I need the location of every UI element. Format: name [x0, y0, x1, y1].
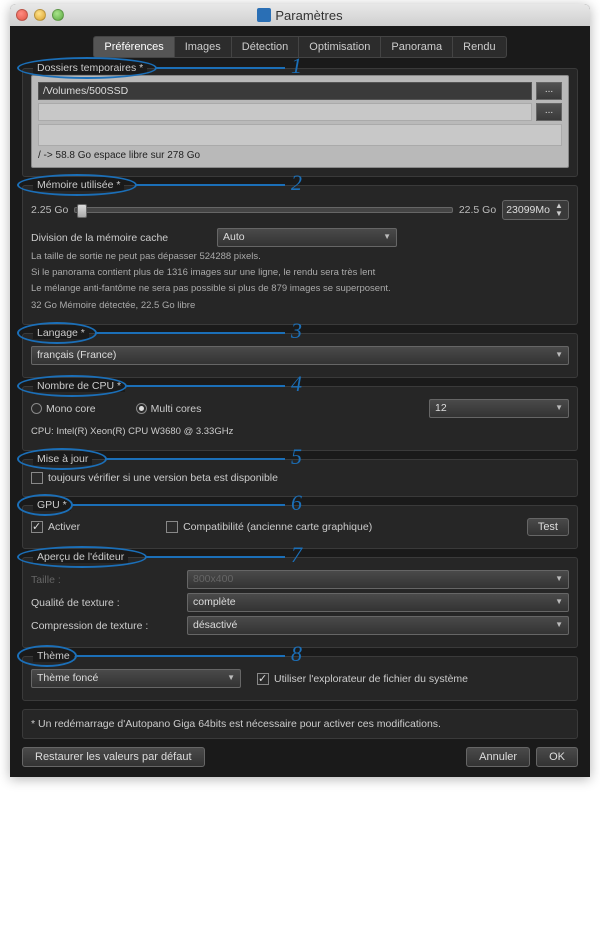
- browse-button-1[interactable]: ...: [536, 82, 562, 100]
- mem-note-2: Si le panorama contient plus de 1316 ima…: [31, 267, 569, 280]
- restore-defaults-button[interactable]: Restaurer les valeurs par défaut: [22, 747, 205, 767]
- explorer-label: Utiliser l'explorateur de fichier du sys…: [274, 673, 468, 685]
- tab-preferences[interactable]: Préférences: [93, 36, 174, 58]
- mem-note-1: La taille de sortie ne peut pas dépasser…: [31, 251, 569, 264]
- system-explorer-checkbox[interactable]: Utiliser l'explorateur de fichier du sys…: [257, 673, 468, 685]
- section-update: Mise à jour toujours vérifier si une ver…: [22, 459, 578, 497]
- gpu-activate-checkbox[interactable]: Activer: [31, 521, 80, 533]
- beta-checkbox[interactable]: toujours vérifier si une version beta es…: [31, 472, 278, 484]
- legend-cpu: Nombre de CPU *: [33, 380, 125, 392]
- footer: Restaurer les valeurs par défaut Annuler…: [22, 747, 578, 767]
- memory-value: 23099Mo: [506, 204, 550, 216]
- temp-empty-row: [38, 124, 562, 146]
- restart-note-box: * Un redémarrage d'Autopano Giga 64bits …: [22, 709, 578, 739]
- section-memory: Mémoire utilisée * 2.25 Go 22.5 Go 23099…: [22, 185, 578, 325]
- radio-multi[interactable]: Multi cores: [136, 403, 202, 415]
- tab-optimisation[interactable]: Optimisation: [298, 36, 381, 58]
- gpu-compat-checkbox[interactable]: Compatibilité (ancienne carte graphique): [166, 521, 372, 533]
- cpu-count-select[interactable]: 12: [429, 399, 569, 418]
- cache-select[interactable]: Auto: [217, 228, 397, 247]
- legend-editor: Aperçu de l'éditeur: [33, 551, 128, 563]
- texture-label: Qualité de texture :: [31, 597, 181, 609]
- radio-mono[interactable]: Mono core: [31, 403, 96, 415]
- legend-update: Mise à jour: [33, 453, 92, 465]
- cache-value: Auto: [223, 231, 245, 243]
- gpu-activate-label: Activer: [48, 521, 80, 533]
- temp-path-2[interactable]: [38, 103, 532, 121]
- cache-label: Division de la mémoire cache: [31, 232, 211, 244]
- mem-note-3: Le mélange anti-fantôme ne sera pas poss…: [31, 283, 569, 296]
- tab-detection[interactable]: Détection: [231, 36, 299, 58]
- texture-select[interactable]: complète: [187, 593, 569, 612]
- legend-language: Langage *: [33, 327, 89, 339]
- section-gpu: GPU * Activer Compatibilité (ancienne ca…: [22, 505, 578, 549]
- temp-folder-box: ... ... / -> 58.8 Go espace libre sur 27…: [31, 75, 569, 168]
- cpu-count: 12: [435, 402, 447, 414]
- slider-thumb[interactable]: [77, 204, 87, 218]
- compression-value: désactivé: [193, 619, 237, 631]
- memory-spinner[interactable]: 23099Mo ▲▼: [502, 200, 569, 220]
- language-value: français (France): [37, 349, 116, 361]
- beta-label: toujours vérifier si une version beta es…: [48, 472, 278, 484]
- spin-down-icon[interactable]: ▼: [553, 210, 565, 218]
- legend-gpu: GPU *: [33, 499, 71, 511]
- disk-space-info: / -> 58.8 Go espace libre sur 278 Go: [38, 150, 562, 161]
- tab-panorama[interactable]: Panorama: [380, 36, 453, 58]
- cpu-info: CPU: Intel(R) Xeon(R) CPU W3680 @ 3.33GH…: [31, 426, 569, 439]
- memory-slider[interactable]: [74, 207, 452, 213]
- language-select[interactable]: français (France): [31, 346, 569, 365]
- titlebar: Paramètres: [10, 4, 590, 26]
- section-temp-folders: Dossiers temporaires * ... ... / -> 58.8…: [22, 68, 578, 177]
- size-label: Taille :: [31, 574, 181, 586]
- theme-value: Thème foncé: [37, 672, 98, 684]
- window-title-text: Paramètres: [275, 8, 342, 23]
- theme-select[interactable]: Thème foncé: [31, 669, 241, 688]
- gpu-compat-label: Compatibilité (ancienne carte graphique): [183, 521, 372, 533]
- section-editor: Aperçu de l'éditeur Taille : 800x400 Qua…: [22, 557, 578, 648]
- legend-temp: Dossiers temporaires *: [33, 62, 147, 74]
- section-theme: Thème Thème foncé Utiliser l'explorateur…: [22, 656, 578, 701]
- legend-theme: Thème: [33, 650, 74, 662]
- compression-label: Compression de texture :: [31, 620, 181, 632]
- window-body: Préférences Images Détection Optimisatio…: [10, 26, 590, 777]
- size-select[interactable]: 800x400: [187, 570, 569, 589]
- app-icon: [257, 8, 271, 22]
- mono-label: Mono core: [46, 403, 96, 415]
- section-language: Langage * français (France) 3: [22, 333, 578, 378]
- compression-select[interactable]: désactivé: [187, 616, 569, 635]
- mem-min: 2.25 Go: [31, 204, 68, 216]
- size-value: 800x400: [193, 573, 233, 585]
- legend-memory: Mémoire utilisée *: [33, 179, 124, 191]
- settings-window: Paramètres Préférences Images Détection …: [10, 4, 590, 777]
- temp-path-1[interactable]: [38, 82, 532, 100]
- multi-label: Multi cores: [151, 403, 202, 415]
- mem-note-4: 32 Go Mémoire détectée, 22.5 Go libre: [31, 300, 569, 313]
- ok-button[interactable]: OK: [536, 747, 578, 767]
- browse-button-2[interactable]: ...: [536, 103, 562, 121]
- gpu-test-button[interactable]: Test: [527, 518, 569, 536]
- section-cpu: Nombre de CPU * Mono core Multi cores 12…: [22, 386, 578, 451]
- cancel-button[interactable]: Annuler: [466, 747, 530, 767]
- tabs: Préférences Images Détection Optimisatio…: [22, 36, 578, 58]
- tab-images[interactable]: Images: [174, 36, 232, 58]
- restart-note: * Un redémarrage d'Autopano Giga 64bits …: [31, 718, 441, 730]
- window-title: Paramètres: [10, 8, 590, 23]
- mem-max: 22.5 Go: [459, 204, 496, 216]
- texture-value: complète: [193, 596, 236, 608]
- tab-rendu[interactable]: Rendu: [452, 36, 506, 58]
